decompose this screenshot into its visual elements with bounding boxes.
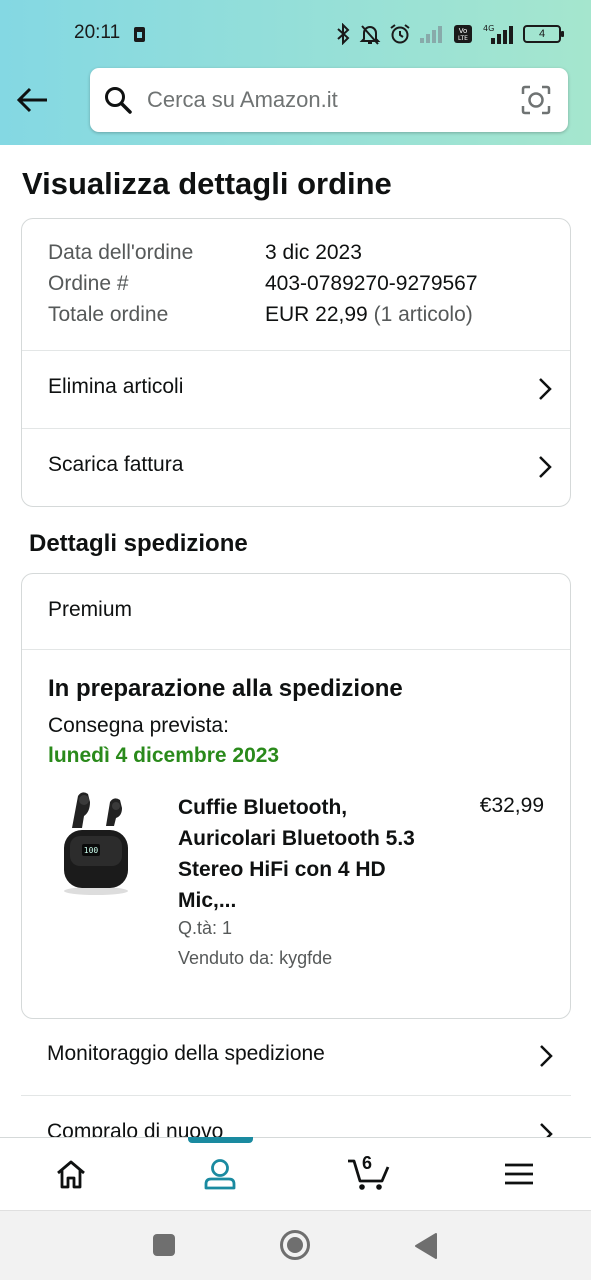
delete-items-row[interactable]: Elimina articoli — [22, 351, 570, 427]
order-total-amount: EUR 22,99 — [265, 303, 368, 326]
search-icon — [105, 87, 132, 114]
status-icons: Vo LTE 4G 4 — [335, 21, 564, 47]
recent-apps-button[interactable] — [152, 1233, 176, 1262]
signal-weak-icon — [420, 26, 442, 43]
camera-scan-icon[interactable] — [520, 84, 552, 116]
product-seller: Venduto da: kygfde — [178, 948, 333, 968]
status-bar: 20:11 Vo LTE 4G 4 — [0, 0, 591, 66]
shipment-status: In preparazione alla spedizione — [48, 675, 403, 702]
order-date-label: Data dell'ordine — [48, 241, 194, 264]
order-date-value: 3 dic 2023 — [265, 241, 362, 264]
back-button[interactable] — [14, 82, 52, 118]
track-shipment-row[interactable]: Monitoraggio della spedizione — [21, 1018, 571, 1094]
nav-account[interactable] — [185, 1138, 255, 1210]
system-nav-bar — [0, 1210, 591, 1280]
hamburger-menu-icon — [505, 1163, 533, 1185]
battery-saver-icon — [134, 27, 145, 42]
shipping-service: Premium — [48, 598, 133, 621]
search-input[interactable]: Cerca su Amazon.it — [90, 68, 568, 132]
cart-count-badge: 6 — [362, 1153, 373, 1173]
signal-4g-icon: 4G — [483, 24, 513, 44]
circle-home-icon — [280, 1230, 310, 1260]
delivery-label: Consegna prevista: — [48, 714, 229, 737]
order-item-count: (1 articolo) — [373, 303, 473, 326]
svg-text:LTE: LTE — [458, 35, 468, 42]
mute-bell-icon — [359, 25, 381, 45]
status-time: 20:11 — [74, 22, 121, 43]
svg-text:100: 100 — [84, 846, 99, 855]
order-number-value: 403-0789270-9279567 — [265, 272, 478, 295]
arrow-left-icon — [17, 87, 47, 113]
home-system-button[interactable] — [279, 1229, 311, 1266]
nav-menu[interactable] — [484, 1138, 554, 1210]
triangle-back-icon — [415, 1233, 437, 1259]
chevron-right-icon — [539, 456, 552, 478]
track-shipment-label: Monitoraggio della spedizione — [47, 1042, 325, 1065]
product-quantity: Q.tà: 1 — [178, 918, 233, 938]
svg-text:4G: 4G — [483, 24, 494, 33]
page-title: Visualizza dettagli ordine — [22, 166, 392, 201]
delete-items-label: Elimina articoli — [48, 375, 184, 398]
order-summary-card: Data dell'ordine 3 dic 2023 Ordine # 403… — [21, 218, 571, 507]
nav-home[interactable] — [36, 1138, 106, 1210]
shipment-card: Premium In preparazione alla spedizione … — [21, 573, 571, 1019]
volte-icon: VoLTE — [454, 25, 472, 43]
download-invoice-label: Scarica fattura — [48, 453, 184, 476]
search-placeholder: Cerca su Amazon.it — [147, 87, 338, 112]
alarm-icon — [390, 24, 410, 44]
order-number-label: Ordine # — [48, 272, 129, 295]
home-icon — [57, 1160, 85, 1189]
product-title[interactable]: Cuffie Bluetooth, Auricolari Bluetooth 5… — [178, 792, 423, 916]
divider — [22, 649, 570, 650]
back-system-button[interactable] — [414, 1232, 438, 1265]
chevron-right-icon — [539, 378, 552, 400]
delivery-date: lunedì 4 dicembre 2023 — [48, 744, 280, 767]
order-total-label: Totale ordine — [48, 303, 169, 326]
user-icon — [204, 1159, 236, 1190]
header: 20:11 Vo LTE 4G 4 Cerca su Amazon.it — [0, 0, 591, 145]
earbuds-case-image: 100 — [64, 792, 128, 895]
battery-icon: 4 — [523, 25, 564, 43]
nav-cart[interactable]: 6 — [333, 1138, 403, 1210]
order-total-value: EUR 22,99 (1 articolo) — [265, 303, 473, 327]
bottom-nav: 6 — [0, 1137, 591, 1210]
svg-text:Vo: Vo — [459, 27, 468, 35]
product-image[interactable]: 100 — [56, 788, 136, 898]
bluetooth-icon — [337, 23, 350, 45]
chevron-right-icon — [540, 1045, 553, 1067]
download-invoice-row[interactable]: Scarica fattura — [22, 429, 570, 505]
product-price: €32,99 — [479, 794, 544, 817]
square-icon — [153, 1234, 175, 1256]
shipment-section-title: Dettagli spedizione — [29, 530, 248, 557]
